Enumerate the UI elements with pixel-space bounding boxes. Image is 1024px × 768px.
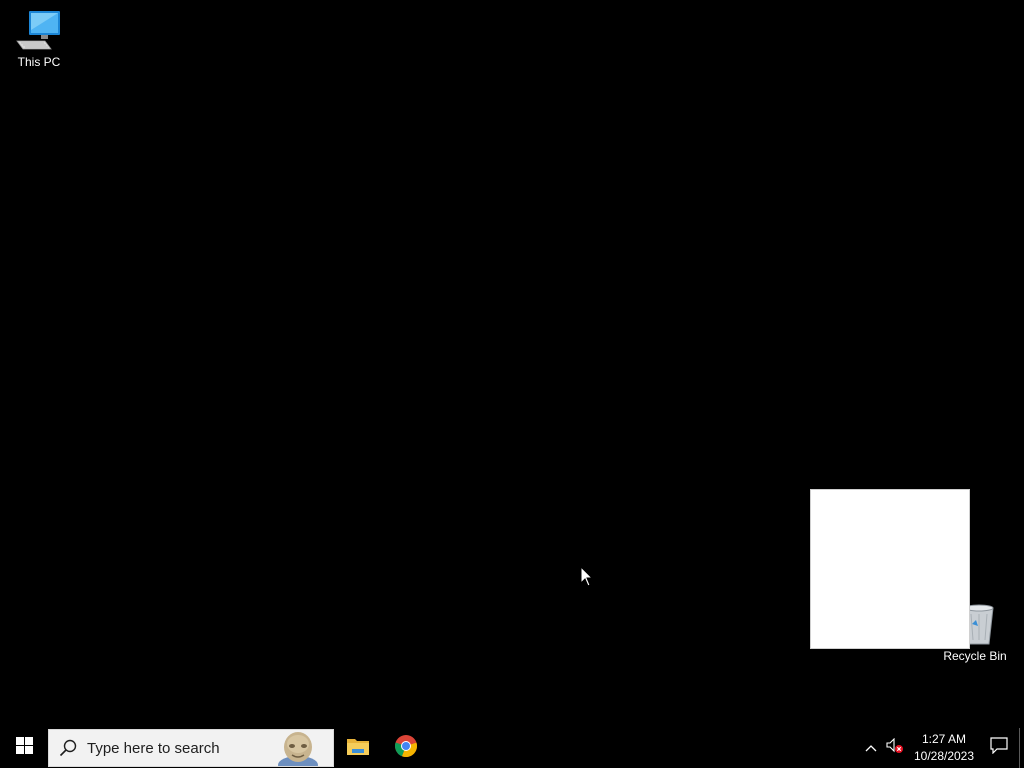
clock[interactable]: 1:27 AM 10/28/2023 xyxy=(909,728,979,768)
search-placeholder: Type here to search xyxy=(87,739,220,757)
file-explorer-icon xyxy=(346,736,370,761)
search-icon xyxy=(49,730,87,766)
action-center-button[interactable] xyxy=(979,728,1019,768)
taskbar-file-explorer-button[interactable] xyxy=(334,728,382,768)
desktop-icon-label: This PC xyxy=(17,55,61,69)
search-highlight-image xyxy=(275,730,321,766)
chrome-icon xyxy=(394,734,418,763)
this-pc-icon xyxy=(15,8,63,52)
taskbar-chrome-button[interactable] xyxy=(382,728,430,768)
volume-button[interactable] xyxy=(883,728,907,768)
clock-time: 1:27 AM xyxy=(921,732,967,746)
taskbar: Type here to search 1:27 AM 10/28/2023 xyxy=(0,728,1024,768)
clock-date: 10/28/2023 xyxy=(913,749,975,763)
windows-logo-icon xyxy=(15,737,33,759)
desktop[interactable]: This PC Recycle Bin xyxy=(0,0,1024,728)
desktop-icon-this-pc[interactable]: This PC xyxy=(1,8,77,69)
system-tray: 1:27 AM 10/28/2023 xyxy=(859,728,1024,768)
show-hidden-icons-button[interactable] xyxy=(859,728,883,768)
start-button[interactable] xyxy=(0,728,48,768)
desktop-icon-label: Recycle Bin xyxy=(943,649,1007,663)
taskbar-spacer xyxy=(430,728,859,768)
mouse-cursor-icon xyxy=(580,565,594,588)
chevron-up-icon xyxy=(865,739,877,757)
show-desktop-button[interactable] xyxy=(1019,728,1024,768)
notification-icon xyxy=(990,737,1008,759)
blank-white-window[interactable] xyxy=(810,489,970,649)
volume-muted-icon xyxy=(886,737,904,759)
search-input[interactable]: Type here to search xyxy=(48,729,334,767)
